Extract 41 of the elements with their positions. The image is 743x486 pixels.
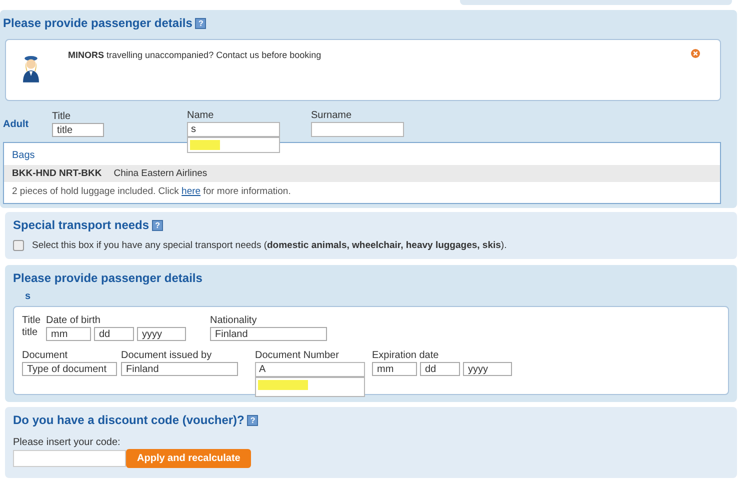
field-label: Nationality [210, 315, 258, 327]
year-select[interactable]: yyyy [463, 362, 512, 376]
section-title: Do you have a discount code (voucher)? [13, 413, 244, 427]
airline-name: China Eastern Airlines [114, 168, 208, 179]
notice-text: MINORS travelling unaccompanied? Contact us before booking [68, 50, 322, 60]
passenger-type-label: Adult [3, 119, 30, 132]
bags-title: Bags [12, 150, 35, 161]
day-select[interactable]: dd [420, 362, 460, 376]
title-value: title [22, 327, 39, 339]
name-field[interactable]: s [187, 122, 280, 137]
field-label: Expiration date [372, 350, 440, 362]
field-label: Date of birth [46, 315, 102, 327]
field-label: Surname [311, 110, 353, 122]
section-title: Please provide passenger details [13, 271, 202, 285]
month-select[interactable]: mm [46, 327, 91, 341]
surname-field[interactable] [311, 122, 404, 137]
section-title: Special transport needs [13, 218, 150, 232]
month-select[interactable]: mm [372, 362, 417, 376]
field-label: Document [22, 350, 69, 362]
field-label: Name [187, 110, 215, 122]
passenger-name: s [24, 290, 32, 304]
field-label: Document issued by [121, 350, 213, 362]
voucher-code-field[interactable] [13, 450, 126, 467]
route-code: BKK-HND NRT-BKK [12, 168, 102, 179]
year-select[interactable]: yyyy [137, 327, 186, 341]
day-select[interactable]: dd [94, 327, 134, 341]
here-link[interactable]: here [182, 186, 201, 197]
nationality-select[interactable]: Finland [210, 327, 327, 341]
checkbox[interactable] [13, 240, 24, 251]
voucher-label: Please insert your code: [13, 437, 122, 449]
field-label: Title [22, 315, 42, 327]
luggage-info: 2 pieces of hold luggage included. Click here for more information. [11, 185, 292, 199]
document-type-select[interactable]: Type of document [22, 362, 117, 376]
field-label: Document Number [255, 350, 340, 362]
document-number-field[interactable]: A [255, 362, 365, 377]
section-title: Please provide passenger details [3, 16, 192, 30]
close-icon[interactable] [691, 49, 700, 58]
checkbox-label: Select this box if you have any special transport needs (domestic animals, wheelchair, heavy luggages, skis). [32, 240, 507, 251]
title-select[interactable]: title [52, 123, 104, 137]
issued-by-select[interactable]: Finland [121, 362, 238, 376]
field-label: Title [52, 111, 72, 123]
